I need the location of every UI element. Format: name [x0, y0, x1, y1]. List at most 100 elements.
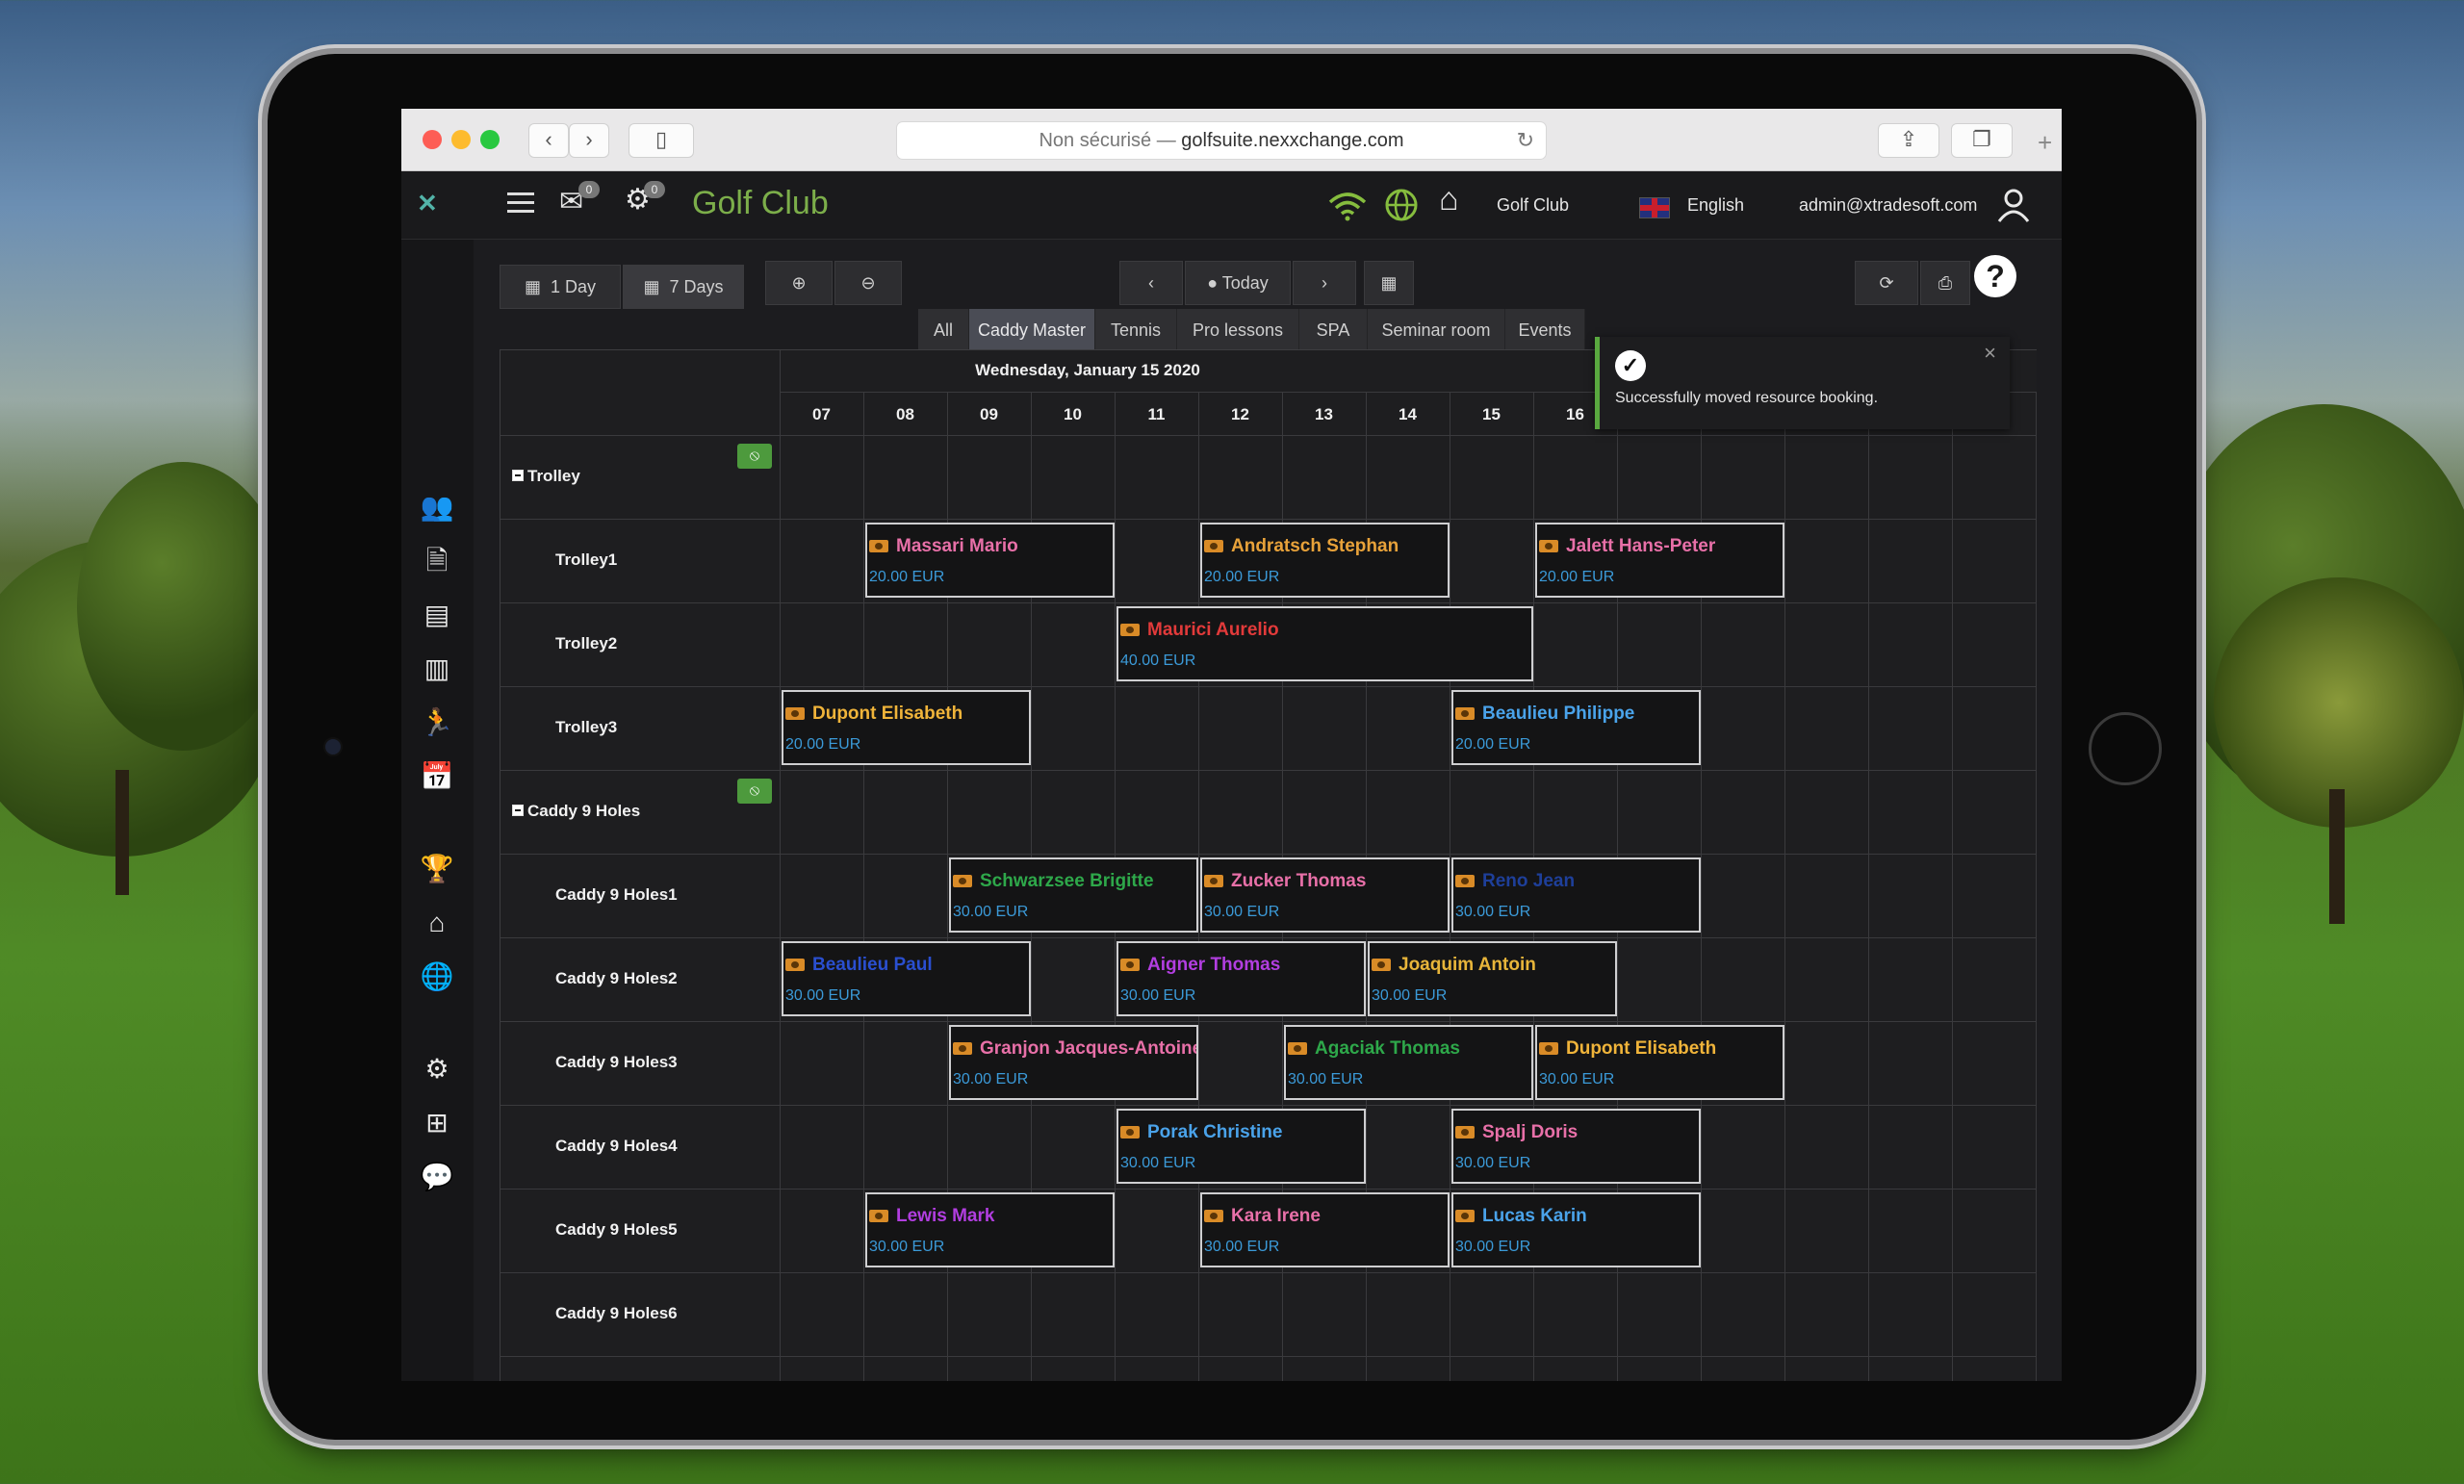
booking-price: 30.00 EUR: [869, 1239, 945, 1255]
one-day-button[interactable]: ▦ 1 Day: [500, 265, 621, 309]
booking-block[interactable]: Kara Irene 30.00 EUR: [1200, 1192, 1450, 1267]
booking-block[interactable]: Beaulieu Philippe 20.00 EUR: [1451, 690, 1701, 765]
minimize-window-button[interactable]: [451, 130, 471, 149]
tab-all[interactable]: All: [918, 309, 969, 351]
booking-block[interactable]: Reno Jean 30.00 EUR: [1451, 857, 1701, 933]
booking-price: 30.00 EUR: [1120, 987, 1196, 1004]
tab-events[interactable]: Events: [1505, 309, 1585, 351]
house-icon[interactable]: ⌂: [418, 904, 456, 942]
block-icon[interactable]: ⦸: [737, 444, 772, 469]
calendar-icon[interactable]: 📅: [418, 757, 456, 796]
home-icon[interactable]: ⌂: [1439, 181, 1459, 218]
booking-block[interactable]: Lewis Mark 30.00 EUR: [865, 1192, 1115, 1267]
today-button[interactable]: ● Today: [1185, 261, 1291, 305]
booking-block[interactable]: Zucker Thomas 30.00 EUR: [1200, 857, 1450, 933]
booking-block[interactable]: Aigner Thomas 30.00 EUR: [1116, 941, 1366, 1016]
cogs-icon[interactable]: ⚙: [418, 1050, 456, 1088]
chat-icon[interactable]: 💬: [418, 1158, 456, 1196]
tab-caddy-master[interactable]: Caddy Master: [969, 309, 1095, 351]
close-window-button[interactable]: [423, 130, 442, 149]
ticket-icon: [1455, 1210, 1475, 1222]
calendar-small-icon: ▦: [643, 277, 665, 296]
home-button[interactable]: [2089, 712, 2162, 785]
share-icon[interactable]: ⇪: [1878, 123, 1939, 158]
previous-button[interactable]: ‹: [1119, 261, 1183, 305]
hour-header: 09: [980, 405, 998, 423]
seven-days-button[interactable]: ▦ 7 Days: [623, 265, 744, 309]
new-tab-icon[interactable]: +: [2038, 128, 2062, 166]
booking-name: Dupont Elisabeth: [1539, 1038, 1716, 1060]
block-icon[interactable]: ⦸: [737, 779, 772, 804]
trophy-icon[interactable]: 🏆: [418, 850, 456, 888]
booking-block[interactable]: Granjon Jacques-Antoine 30.00 EUR: [949, 1025, 1198, 1100]
booking-name-text: Joaquim Antoin: [1399, 955, 1536, 975]
booking-block[interactable]: Dupont Elisabeth 30.00 EUR: [1535, 1025, 1784, 1100]
browser-toolbar: ‹ › ▯ Non sécurisé — golfsuite.nexxchang…: [401, 109, 2062, 171]
booking-name: Dupont Elisabeth: [785, 704, 962, 725]
booking-block[interactable]: Joaquim Antoin 30.00 EUR: [1368, 941, 1617, 1016]
group-label: Caddy 9 Holes: [527, 802, 641, 820]
seven-days-label: 7 Days: [669, 277, 724, 296]
cash-register-icon[interactable]: ▤: [418, 596, 456, 634]
booking-block[interactable]: Massari Mario 20.00 EUR: [865, 523, 1115, 598]
invoice-icon[interactable]: 🗎: [418, 542, 456, 580]
booking-block[interactable]: Andratsch Stephan 20.00 EUR: [1200, 523, 1450, 598]
collapse-icon[interactable]: [512, 470, 524, 481]
refresh-button[interactable]: ⟳: [1855, 261, 1918, 305]
hour-header: 10: [1064, 405, 1082, 423]
tab-seminar-room[interactable]: Seminar room: [1368, 309, 1505, 351]
tabs-overview-icon[interactable]: ❐: [1951, 123, 2013, 158]
menu-icon[interactable]: [507, 187, 534, 221]
booking-name-text: Jalett Hans-Peter: [1566, 536, 1716, 556]
ticket-icon: [1120, 959, 1140, 971]
print-button[interactable]: ⎙: [1920, 261, 1970, 305]
barcode-icon[interactable]: ▥: [418, 650, 456, 688]
sidebar: 👥 🗎 ▤ ▥ 🏃 📅 🏆 ⌂ 🌐 ⚙ ⊞ 💬: [401, 240, 474, 1381]
collapse-icon[interactable]: [512, 805, 524, 816]
calendar-date: Wednesday, January 15 2020: [975, 361, 1200, 379]
zoom-out-button[interactable]: ⊖: [834, 261, 902, 305]
club-name[interactable]: Golf Club: [1497, 195, 1569, 216]
activity-icon[interactable]: 🏃: [418, 704, 456, 742]
address-bar[interactable]: Non sécurisé — golfsuite.nexxchange.com …: [896, 121, 1547, 160]
language-selector[interactable]: English: [1687, 195, 1744, 216]
booking-price: 30.00 EUR: [1204, 1239, 1280, 1255]
globe-icon[interactable]: [1383, 187, 1420, 223]
user-email[interactable]: admin@xtradesoft.com: [1799, 195, 1977, 216]
zoom-in-button[interactable]: ⊕: [765, 261, 833, 305]
booking-block[interactable]: Spalj Doris 30.00 EUR: [1451, 1109, 1701, 1184]
help-icon[interactable]: ?: [1974, 255, 2016, 297]
maximize-window-button[interactable]: [480, 130, 500, 149]
forward-icon[interactable]: ›: [569, 123, 609, 158]
booking-block[interactable]: Beaulieu Paul 30.00 EUR: [782, 941, 1031, 1016]
tab-spa[interactable]: SPA: [1299, 309, 1368, 351]
close-icon[interactable]: ×: [1984, 341, 1996, 366]
grid-line: [500, 1356, 2037, 1357]
tab-tennis[interactable]: Tennis: [1095, 309, 1177, 351]
members-icon[interactable]: 👥: [418, 488, 456, 526]
tab-pro-lessons[interactable]: Pro lessons: [1177, 309, 1299, 351]
grid-view-button[interactable]: ▦: [1364, 261, 1414, 305]
grid-line: [1784, 392, 1785, 1381]
booking-price: 20.00 EUR: [1204, 569, 1280, 585]
booking-block[interactable]: Maurici Aurelio 40.00 EUR: [1116, 606, 1533, 681]
reload-icon[interactable]: ↻: [1517, 122, 1534, 159]
booking-name: Aigner Thomas: [1120, 955, 1280, 976]
app-logo[interactable]: ✕: [417, 189, 449, 221]
booking-block[interactable]: Schwarzsee Brigitte 30.00 EUR: [949, 857, 1198, 933]
booking-price: 30.00 EUR: [1288, 1071, 1364, 1087]
booking-block[interactable]: Agaciak Thomas 30.00 EUR: [1284, 1025, 1533, 1100]
booking-block[interactable]: Dupont Elisabeth 20.00 EUR: [782, 690, 1031, 765]
back-icon[interactable]: ‹: [528, 123, 569, 158]
sitemap-icon[interactable]: ⊞: [418, 1104, 456, 1142]
booking-block[interactable]: Jalett Hans-Peter 20.00 EUR: [1535, 523, 1784, 598]
group-label: Trolley: [527, 467, 580, 485]
booking-block[interactable]: Porak Christine 30.00 EUR: [1116, 1109, 1366, 1184]
world-icon[interactable]: 🌐: [418, 958, 456, 996]
user-icon[interactable]: [1995, 187, 2032, 223]
booking-name: Beaulieu Philippe: [1455, 704, 1634, 725]
booking-name-text: Lucas Karin: [1482, 1206, 1587, 1226]
sidebar-toggle-icon[interactable]: ▯: [629, 123, 694, 158]
next-button[interactable]: ›: [1293, 261, 1356, 305]
booking-block[interactable]: Lucas Karin 30.00 EUR: [1451, 1192, 1701, 1267]
